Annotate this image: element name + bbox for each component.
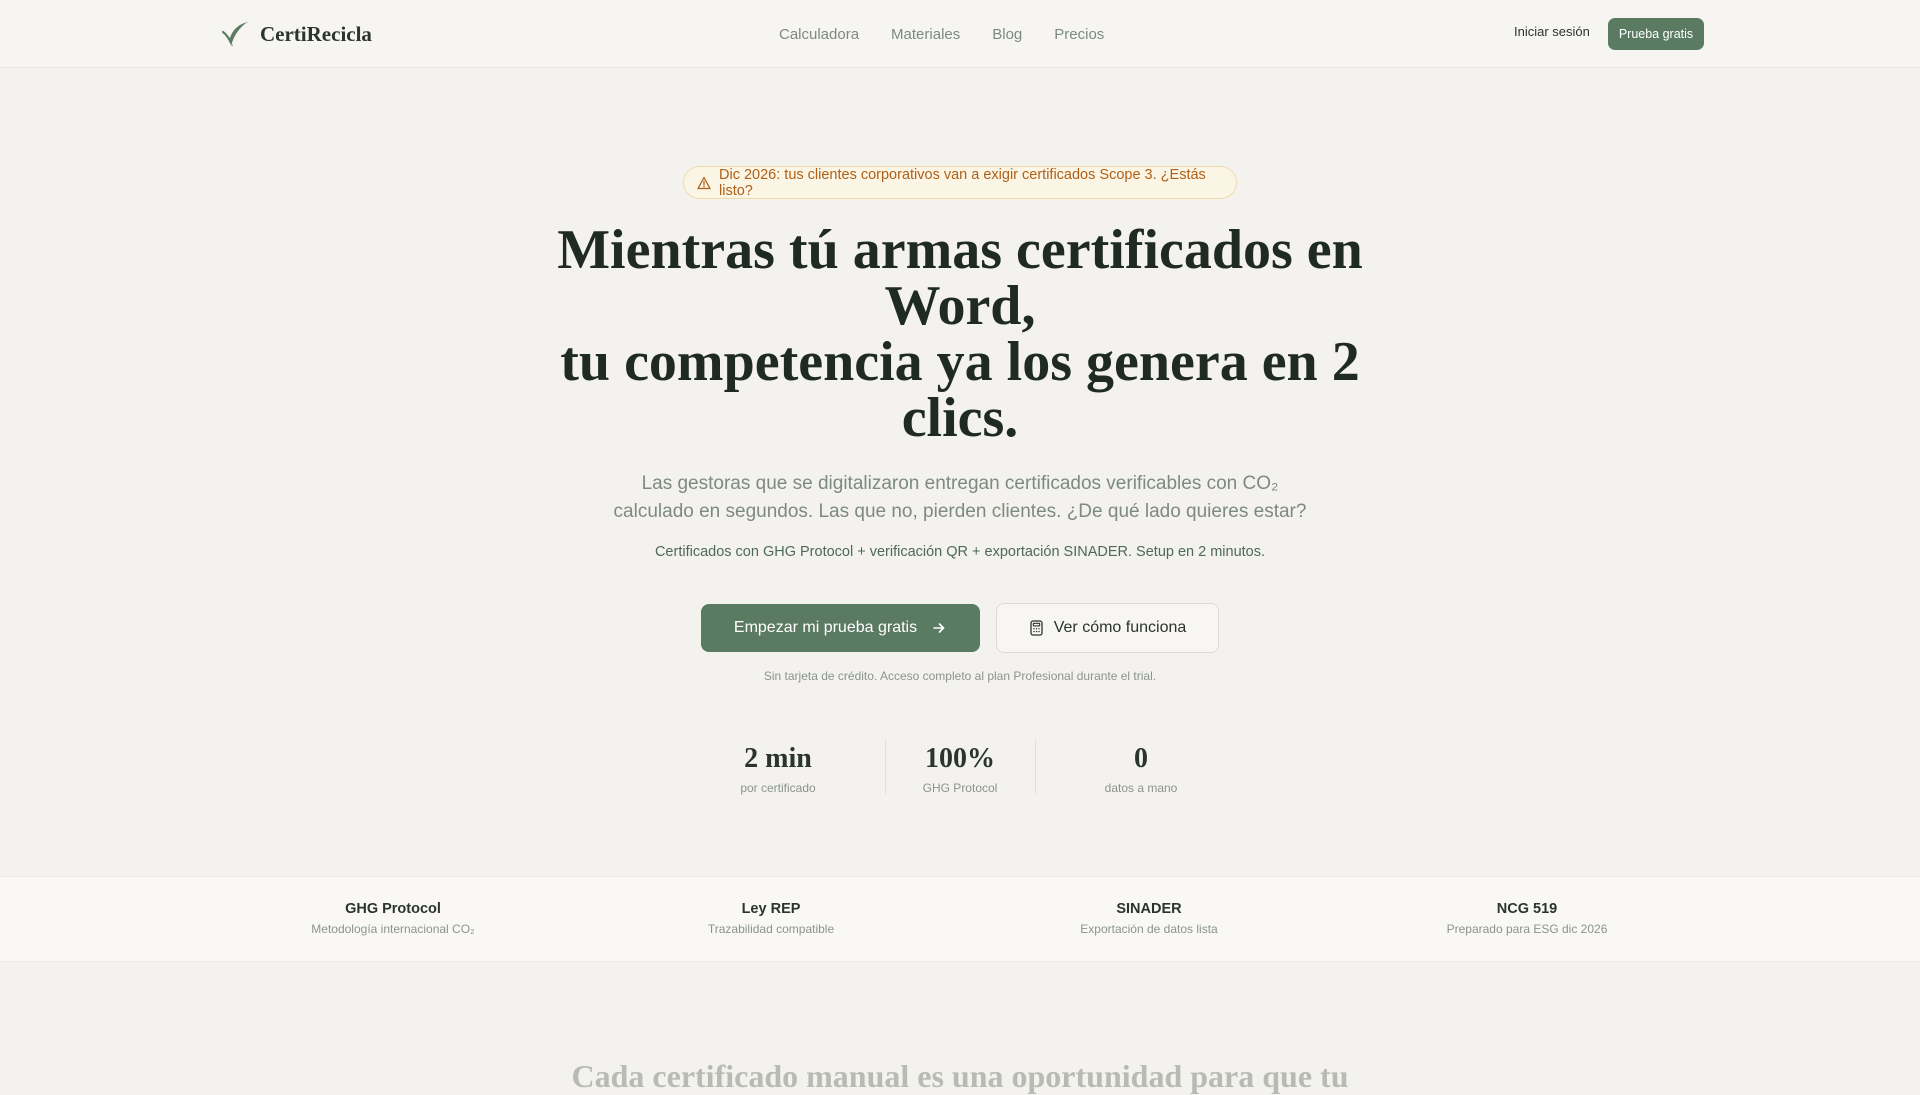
nav-link-materiales[interactable]: Materiales xyxy=(891,26,960,43)
stat-label: datos a mano xyxy=(1104,781,1178,795)
stat-ghg: 100% GHG Protocol xyxy=(880,740,1040,795)
leaf-icon xyxy=(221,22,248,47)
compliance-subtitle: Metodología internacional CO₂ xyxy=(311,922,475,936)
compliance-strip: GHG Protocol Metodología internacional C… xyxy=(0,876,1920,962)
compliance-title: Ley REP xyxy=(741,901,801,917)
stat-manual-data: 0 datos a mano xyxy=(1061,740,1221,795)
compliance-title: NCG 519 xyxy=(1496,901,1558,917)
stat-divider xyxy=(1035,740,1036,794)
start-trial-button[interactable]: Empezar mi prueba gratis xyxy=(701,604,980,652)
stat-value: 0 xyxy=(1134,743,1148,774)
hero-title: Mientras tú armas certificados en Word, … xyxy=(460,222,1460,446)
nav-link-calculadora[interactable]: Calculadora xyxy=(779,26,859,43)
compliance-subtitle: Trazabilidad compatible xyxy=(707,922,835,936)
header-trial-button[interactable]: Prueba gratis xyxy=(1608,18,1704,50)
next-section-title: Cada certificado manual es una oportunid… xyxy=(571,1058,1349,1094)
hero-features: Certificados con GHG Protocol + verifica… xyxy=(654,544,1266,560)
how-it-works-label: Ver cómo funciona xyxy=(1053,619,1187,636)
hero-subtitle: Las gestoras que se digitalizaron entreg… xyxy=(560,470,1360,526)
how-it-works-button[interactable]: Ver cómo funciona xyxy=(996,603,1219,653)
site-header: CertiRecicla Calculadora Materiales Blog… xyxy=(0,0,1920,68)
hero-title-line: clics. xyxy=(901,387,1019,449)
nav-link-precios[interactable]: Precios xyxy=(1054,26,1104,43)
warning-triangle-icon xyxy=(697,176,711,189)
trial-note: Sin tarjeta de crédito. Acceso completo … xyxy=(763,669,1157,683)
stat-label: GHG Protocol xyxy=(922,781,998,795)
compliance-subtitle: Exportación de datos lista xyxy=(1080,922,1218,936)
hero-title-line: Mientras tú armas certificados en xyxy=(557,219,1363,281)
stat-value: 100% xyxy=(925,743,995,774)
alert-text: Dic 2026: tus clientes corporativos van … xyxy=(719,166,1206,199)
stat-value: 2 min xyxy=(744,743,812,774)
brand-logo[interactable]: CertiRecicla xyxy=(220,18,372,50)
nav-link-blog[interactable]: Blog xyxy=(992,26,1022,43)
compliance-item-ncg: NCG 519 Preparado para ESG dic 2026 xyxy=(1377,901,1677,936)
compliance-subtitle: Preparado para ESG dic 2026 xyxy=(1446,922,1608,936)
compliance-item-ghg: GHG Protocol Metodología internacional C… xyxy=(243,901,543,936)
stat-time: 2 min por certificado xyxy=(698,740,858,795)
arrow-right-icon xyxy=(933,623,945,633)
compliance-title: GHG Protocol xyxy=(345,901,441,917)
start-trial-label: Empezar mi prueba gratis xyxy=(733,619,918,636)
login-link[interactable]: Iniciar sesión xyxy=(1514,24,1590,39)
compliance-item-rep: Ley REP Trazabilidad compatible xyxy=(621,901,921,936)
hero-title-line: Word, xyxy=(884,275,1036,337)
hero-subtitle-line: calculado en segundos. Las que no, pierd… xyxy=(613,501,1307,522)
calculator-icon xyxy=(1030,620,1043,636)
stat-label: por certificado xyxy=(740,781,816,795)
hero-title-line: tu competencia ya los genera en 2 xyxy=(560,331,1360,393)
compliance-title: SINADER xyxy=(1116,901,1182,917)
compliance-item-sinader: SINADER Exportación de datos lista xyxy=(999,901,1299,936)
brand-name: CertiRecicla xyxy=(260,21,372,46)
main-nav: Calculadora Materiales Blog Precios xyxy=(779,22,1104,46)
deadline-alert-badge: Dic 2026: tus clientes corporativos van … xyxy=(683,166,1237,199)
hero-subtitle-line: Las gestoras que se digitalizaron entreg… xyxy=(641,473,1279,494)
